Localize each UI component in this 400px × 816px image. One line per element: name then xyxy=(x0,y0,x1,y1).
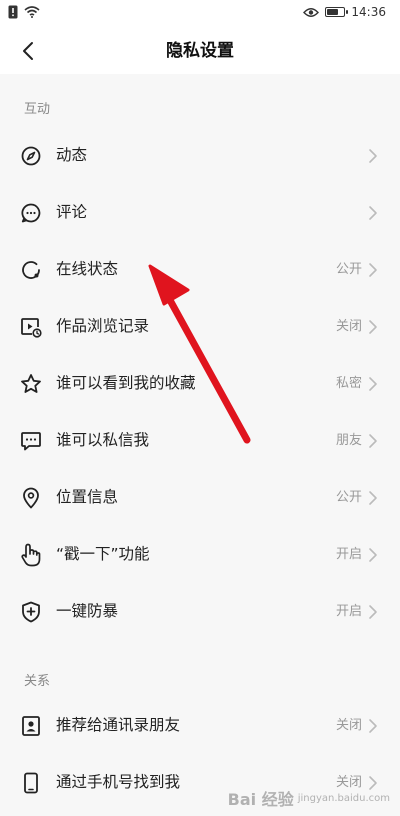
shield-plus-icon xyxy=(20,601,42,623)
wifi-icon xyxy=(24,6,40,18)
sim-alert-icon xyxy=(8,5,18,19)
section-header-relationships: 关系 xyxy=(24,674,51,689)
watermark: Bai 经验 jingyan.baidu.com xyxy=(228,786,390,810)
status-right: 14:36 xyxy=(303,5,386,19)
chevron-right-icon xyxy=(369,719,377,733)
setting-row-recommend-contacts[interactable]: 推荐给通讯录朋友 关闭 xyxy=(0,697,400,754)
location-icon xyxy=(20,487,42,509)
chevron-right-icon xyxy=(369,377,377,391)
battery-level xyxy=(327,9,339,15)
status-time: 14:36 xyxy=(351,5,386,19)
nav-bar: 隐私设置 xyxy=(0,28,400,74)
chevron-right-icon xyxy=(369,548,377,562)
setting-row-value: 公开 xyxy=(335,490,362,505)
setting-row-poke[interactable]: “戳一下”功能 开启 xyxy=(0,526,400,583)
watermark-brand: Bai 经验 xyxy=(227,790,294,809)
poke-hand-icon xyxy=(20,543,42,567)
setting-row-label: 一键防暴 xyxy=(56,602,119,620)
chevron-right-icon xyxy=(369,263,377,277)
status-left xyxy=(8,5,40,19)
setting-row-online-status[interactable]: 在线状态 公开 xyxy=(0,241,400,298)
comment-icon xyxy=(20,202,42,224)
setting-row-label: 谁可以看到我的收藏 xyxy=(56,374,196,392)
star-icon xyxy=(20,373,42,395)
chevron-right-icon xyxy=(369,605,377,619)
page-title: 隐私设置 xyxy=(166,41,234,61)
setting-row-location[interactable]: 位置信息 公开 xyxy=(0,469,400,526)
setting-row-value: 开启 xyxy=(335,547,362,562)
chevron-right-icon xyxy=(369,320,377,334)
setting-row-label: 通过手机号找到我 xyxy=(56,773,181,791)
section-header-interaction: 互动 xyxy=(24,102,51,117)
compass-icon xyxy=(20,145,42,167)
chevron-right-icon xyxy=(369,149,377,163)
setting-row-label: 在线状态 xyxy=(56,260,119,278)
watermark-sub: jingyan.baidu.com xyxy=(297,792,390,804)
chevron-right-icon xyxy=(369,491,377,505)
setting-row-label: 动态 xyxy=(56,146,88,164)
eye-icon xyxy=(303,7,320,17)
chevron-right-icon xyxy=(369,206,377,220)
setting-row-label: “戳一下”功能 xyxy=(56,545,150,563)
setting-row-anti-harassment[interactable]: 一键防暴 开启 xyxy=(0,583,400,640)
phone-icon xyxy=(20,772,42,794)
setting-row-label: 作品浏览记录 xyxy=(56,317,150,335)
setting-row-label: 位置信息 xyxy=(56,488,119,506)
status-bar: 14:36 xyxy=(0,0,400,28)
setting-row-value: 公开 xyxy=(335,262,362,277)
setting-row-value: 关闭 xyxy=(335,718,362,733)
message-icon xyxy=(20,430,42,452)
setting-row-label: 推荐给通讯录朋友 xyxy=(56,716,181,734)
setting-row-label: 谁可以私信我 xyxy=(56,431,150,449)
battery-icon xyxy=(325,7,349,17)
setting-row-favorites[interactable]: 谁可以看到我的收藏 私密 xyxy=(0,355,400,412)
setting-row-value: 朋友 xyxy=(335,433,362,448)
setting-row-comments[interactable]: 评论 xyxy=(0,184,400,241)
setting-row-value: 私密 xyxy=(335,376,362,391)
setting-row-value: 关闭 xyxy=(335,319,362,334)
chevron-right-icon xyxy=(369,434,377,448)
contact-icon xyxy=(20,715,42,737)
setting-row-value: 开启 xyxy=(335,604,362,619)
setting-row-feed[interactable]: 动态 xyxy=(0,127,400,184)
setting-row-view-history[interactable]: 作品浏览记录 关闭 xyxy=(0,298,400,355)
online-status-icon xyxy=(20,259,42,281)
setting-row-direct-messages[interactable]: 谁可以私信我 朋友 xyxy=(0,412,400,469)
video-history-icon xyxy=(20,316,42,338)
setting-row-label: 评论 xyxy=(56,203,88,221)
